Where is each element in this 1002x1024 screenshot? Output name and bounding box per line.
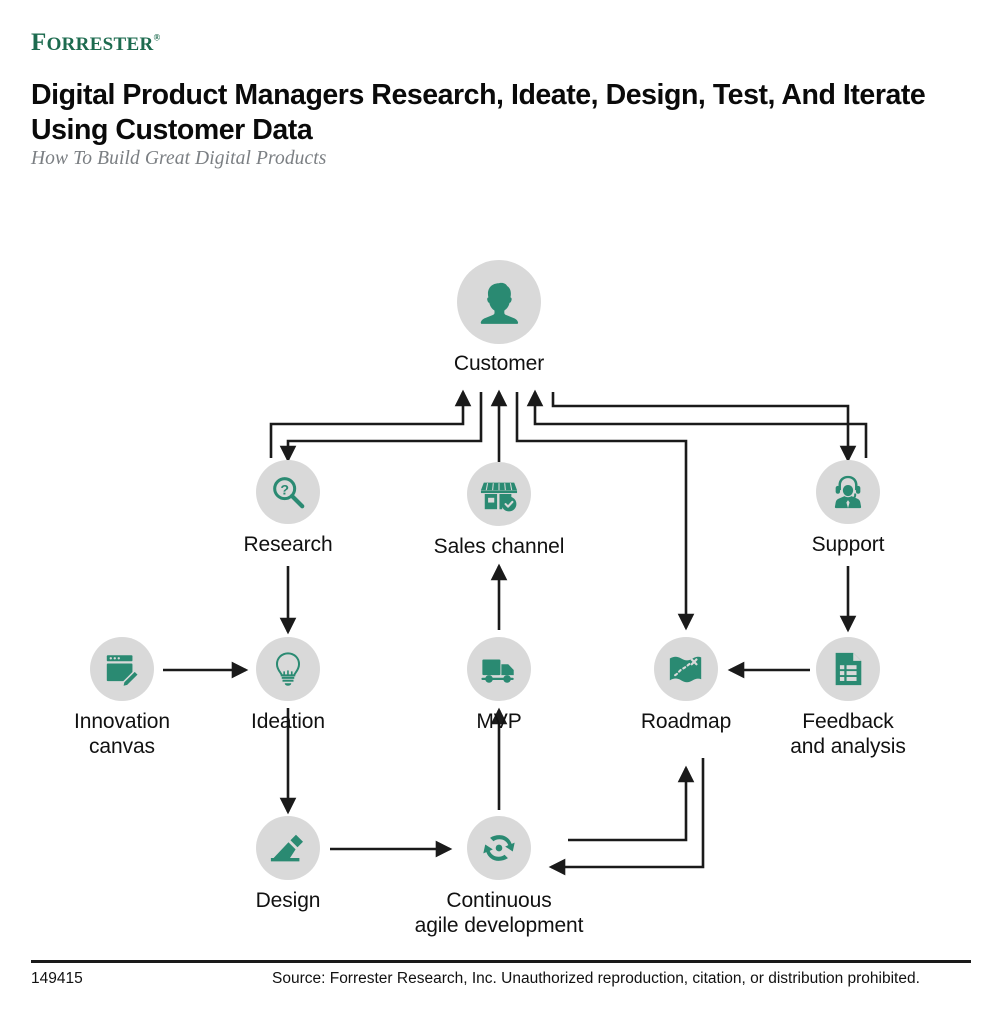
node-support[interactable]: Support: [753, 460, 943, 558]
node-label: Continuous agile development: [414, 889, 584, 937]
document-chart-icon: [835, 652, 862, 686]
map-route-icon: [669, 656, 702, 683]
footer-source-note: Source: Forrester Research, Inc. Unautho…: [272, 970, 920, 987]
window-pencil-icon: [106, 655, 140, 688]
person-icon: [480, 282, 519, 324]
innovation-canvas-disc: [90, 637, 154, 701]
node-innovation-canvas[interactable]: Innovation canvas: [27, 637, 217, 759]
edge-customer-to-research: [279, 392, 483, 463]
node-label: MVP: [476, 710, 522, 733]
node-mvp[interactable]: MVP: [404, 637, 594, 735]
node-label: Feedback and analysis: [790, 710, 906, 758]
storefront-check-icon: [480, 482, 518, 512]
customer-disc: [457, 260, 541, 344]
node-label: Customer: [453, 352, 545, 375]
node-continuous-agile-development[interactable]: Continuous agile development: [404, 816, 594, 938]
page-root: FORRESTER® Digital Product Managers Rese…: [0, 0, 1002, 1024]
node-ideation[interactable]: Ideation: [193, 637, 383, 735]
edge-customer-to-support: [551, 392, 857, 463]
design-disc: [256, 816, 320, 880]
footer-divider: [31, 960, 971, 963]
support-disc: [816, 460, 880, 524]
node-label: Support: [811, 533, 885, 556]
node-label: Research: [243, 533, 333, 556]
lightbulb-icon: [275, 652, 301, 686]
mvp-disc: [467, 637, 531, 701]
node-label: Ideation: [251, 710, 325, 733]
research-disc: ?: [256, 460, 320, 524]
pencil-slope-icon: [270, 834, 304, 862]
node-label: Innovation canvas: [74, 710, 170, 758]
node-sales-channel[interactable]: Sales channel: [404, 462, 594, 560]
roadmap-disc: [654, 637, 718, 701]
footer-document-id: 149415: [31, 970, 83, 987]
sync-arrows-icon: [483, 835, 515, 861]
node-design[interactable]: Design: [193, 816, 383, 914]
headset-agent-icon: [834, 475, 862, 509]
truck-icon: [481, 659, 514, 683]
node-label: Design: [255, 889, 321, 912]
node-label: Sales channel: [433, 535, 565, 558]
node-feedback-and-analysis[interactable]: Feedback and analysis: [753, 637, 943, 759]
node-research[interactable]: ? Research: [193, 460, 383, 558]
edge-research-to-customer: [269, 389, 472, 458]
ideation-disc: [256, 637, 320, 701]
feedback-disc: [816, 637, 880, 701]
sales-channel-disc: [467, 462, 531, 526]
svg-text:?: ?: [280, 482, 289, 498]
node-customer[interactable]: Customer: [404, 260, 594, 377]
agile-disc: [467, 816, 531, 880]
magnifier-question-icon: ?: [273, 477, 305, 509]
edge-support-to-customer: [526, 389, 868, 458]
